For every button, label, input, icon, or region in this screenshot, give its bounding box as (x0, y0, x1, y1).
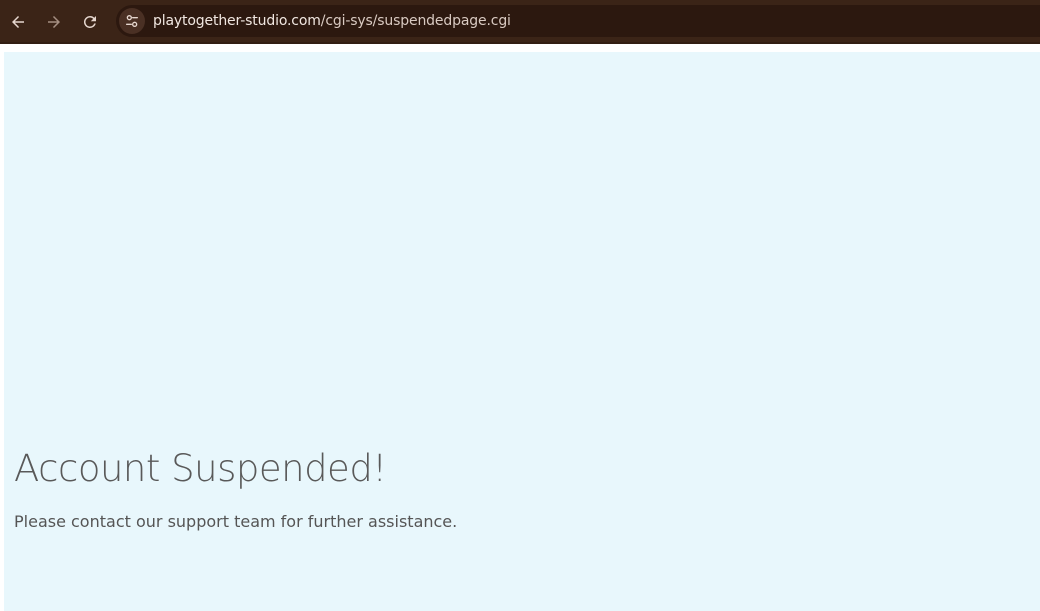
reload-button[interactable] (77, 9, 103, 35)
address-bar[interactable]: playtogether-studio.com/cgi-sys/suspende… (116, 5, 1040, 37)
url-path: /cgi-sys/suspendedpage.cgi (320, 13, 511, 29)
page-title: Account Suspended! (14, 447, 387, 490)
suspended-page: Account Suspended! Please contact our su… (4, 52, 1040, 611)
reload-icon (83, 15, 96, 28)
back-button[interactable] (5, 9, 31, 35)
support-message: Please contact our support team for furt… (14, 512, 458, 531)
site-info-button[interactable] (119, 8, 145, 34)
forward-button[interactable] (41, 9, 67, 35)
url-text[interactable]: playtogether-studio.com/cgi-sys/suspende… (153, 13, 511, 29)
arrow-right-icon (48, 16, 60, 28)
arrow-left-icon (12, 16, 24, 28)
browser-toolbar: playtogether-studio.com/cgi-sys/suspende… (0, 0, 1040, 44)
site-info-tune-icon (126, 14, 138, 27)
url-domain: playtogether-studio.com (153, 13, 321, 29)
